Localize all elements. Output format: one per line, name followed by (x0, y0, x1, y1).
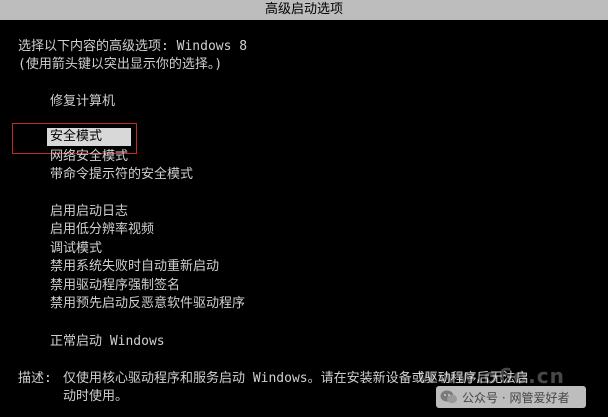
boot-menu-screen: 高级启动选项 选择以下内容的高级选项: Windows 8 (使用箭头键以突出显… (0, 0, 608, 417)
option-boot-log[interactable]: 启用启动日志 (50, 203, 128, 221)
option-normal-start[interactable]: 正常启动 Windows (50, 333, 165, 351)
description-line-2: 动时使用。 (63, 389, 129, 404)
option-repair[interactable]: 修复计算机 (50, 93, 115, 111)
option-disable-elam[interactable]: 禁用预先启动反恶意软件驱动程序 (50, 295, 245, 313)
option-safe-mode-cmd[interactable]: 带命令提示符的安全模式 (50, 166, 193, 184)
option-debug-mode[interactable]: 调试模式 (50, 240, 102, 258)
option-low-res-video[interactable]: 启用低分辨率视频 (50, 221, 154, 239)
prompt-line-1: 选择以下内容的高级选项: Windows 8 (18, 39, 248, 54)
watermark-url: www.o6o.cn (418, 364, 565, 388)
prompt-line-2: (使用箭头键以突出显示你的选择。) (18, 57, 223, 72)
option-safe-mode-selected[interactable]: 安全模式 (47, 128, 131, 146)
title-bar: 高级启动选项 (0, 0, 608, 20)
option-disable-auto-restart[interactable]: 禁用系统失败时自动重新启动 (50, 258, 219, 276)
option-safe-mode-network[interactable]: 网络安全模式 (50, 148, 128, 166)
description-label: 描述: (18, 371, 52, 386)
option-disable-driver-signature[interactable]: 禁用驱动程序强制签名 (50, 277, 180, 295)
wechat-icon (440, 390, 457, 404)
watermark-account: 公众号 · 网管爱好者 (462, 391, 570, 405)
